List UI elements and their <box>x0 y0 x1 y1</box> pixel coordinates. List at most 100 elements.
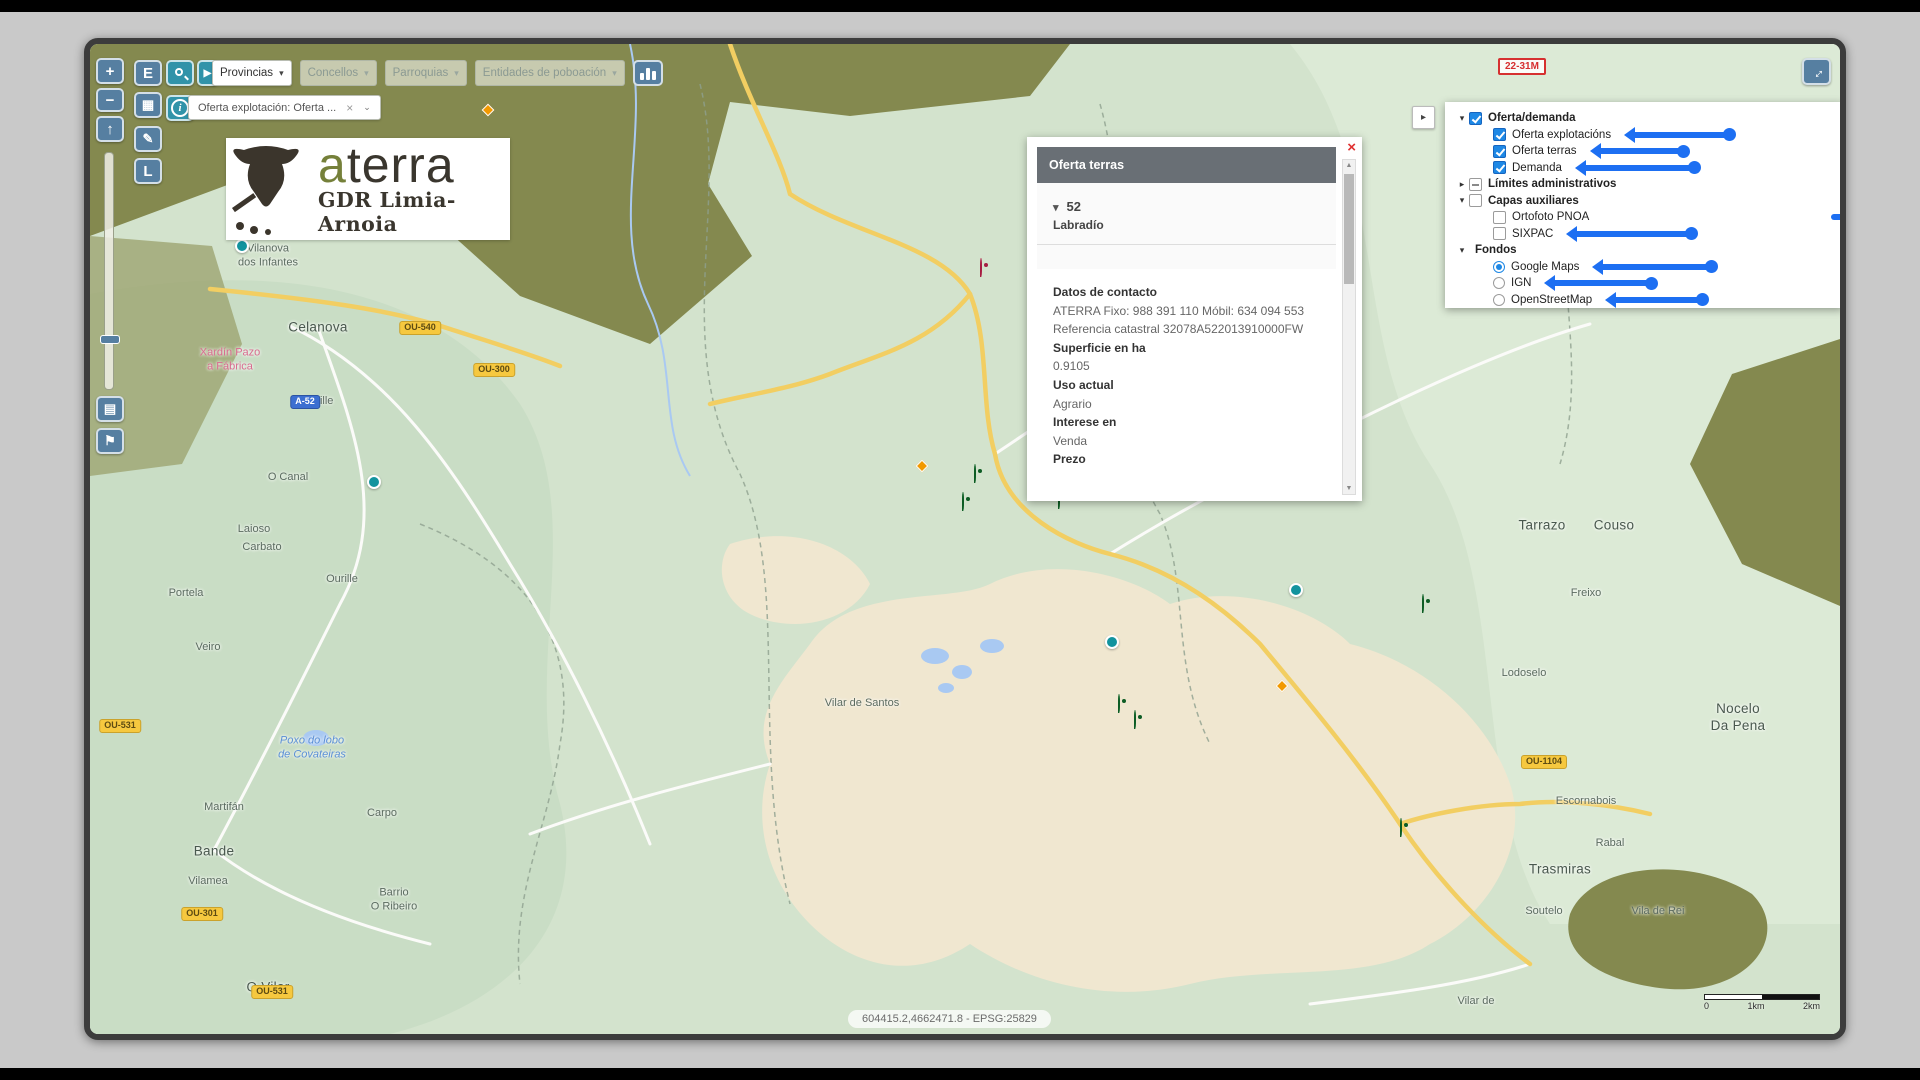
zoom-out-button[interactable]: − <box>96 88 124 112</box>
layer-row-ortofoto-pnoa[interactable]: Ortofoto PNOA <box>1451 209 1837 226</box>
poi-circle-marker[interactable] <box>1289 583 1303 597</box>
layer-row-oferta-demanda[interactable]: ▾ Oferta/demanda <box>1451 110 1837 127</box>
layer-label: Oferta/demanda <box>1488 112 1576 124</box>
draw-tool-button[interactable]: ✎ <box>134 126 162 152</box>
clear-filter-icon[interactable]: × <box>346 101 353 115</box>
scroll-down-icon[interactable]: ▼ <box>1343 485 1355 492</box>
search-button[interactable] <box>166 60 194 86</box>
layer-row-oferta-terras[interactable]: Oferta terras <box>1451 143 1837 160</box>
checkbox-checked-demanda[interactable] <box>1493 161 1506 174</box>
record-fields: Datos de contactoATERRA Fixo: 988 391 11… <box>1037 269 1336 501</box>
scrollbar-thumb[interactable] <box>1344 174 1354 284</box>
letter-l-icon: L <box>143 163 152 180</box>
layer-row-sixpac[interactable]: SIXPAC <box>1451 226 1837 243</box>
checkbox-checked-oferta-demanda[interactable] <box>1469 112 1482 125</box>
zoom-in-button[interactable]: + <box>96 58 124 84</box>
dropdown-label: Parroquias <box>393 67 449 79</box>
map-pin-green[interactable] <box>1134 711 1150 727</box>
road-shield-ou-301: OU-301 <box>181 907 223 921</box>
popup-body: ▾52 Labradío Datos de contactoATERRA Fix… <box>1037 183 1336 501</box>
zoom-slider-handle[interactable] <box>100 335 120 344</box>
map-pin-green[interactable] <box>1118 695 1134 711</box>
info-icon: i <box>171 99 189 117</box>
layer-row-oferta-explotaci-ns[interactable]: Oferta explotacións <box>1451 127 1837 144</box>
road-shield-ou-300: OU-300 <box>473 363 515 377</box>
map-pin-green[interactable] <box>962 493 978 509</box>
twisty-icon[interactable]: ▾ <box>1455 195 1469 206</box>
print-map-button[interactable]: ▦ <box>134 92 162 118</box>
statistics-button[interactable] <box>633 60 663 86</box>
legend-tool-button[interactable]: L <box>134 158 162 184</box>
layer-label: Límites administrativos <box>1488 178 1616 190</box>
road-shield-ou-1104: OU-1104 <box>1521 755 1567 769</box>
layer-label: Fondos <box>1475 244 1517 256</box>
twisty-icon[interactable]: ▸ <box>1455 179 1469 190</box>
dropdown-concellos[interactable]: Concellos▾ <box>300 60 377 86</box>
frame-background: Vilanova dos InfantesCelanovaXardín Pazo… <box>0 12 1920 1068</box>
dropdown-provincias[interactable]: Provincias ▾ <box>212 60 292 86</box>
dropdown-entidades-de-poboaci-n[interactable]: Entidades de poboación▾ <box>475 60 625 86</box>
bookmark-button[interactable]: ⚑ <box>96 428 124 454</box>
radio-unselected-ign[interactable] <box>1493 277 1505 289</box>
feature-popup: × Oferta terras ▾52 Labradío Datos de co… <box>1027 137 1362 501</box>
aterra-logo: aterra GDR Limia-Arnoia <box>226 138 510 240</box>
layer-row-google-maps[interactable]: Google Maps <box>1451 259 1837 276</box>
pan-up-button[interactable]: ↑ <box>96 116 124 142</box>
checkbox-unchecked-ortofoto-pnoa[interactable] <box>1493 211 1506 224</box>
dropdown-label: Provincias <box>220 67 273 79</box>
layer-row-demanda[interactable]: Demanda <box>1451 160 1837 177</box>
active-filter-dropdown[interactable]: Oferta explotación: Oferta ... × ⌄ <box>188 95 381 120</box>
collapse-panel-button[interactable]: ▸ <box>1412 106 1435 129</box>
map-pin-green[interactable] <box>1400 819 1416 835</box>
poi-circle-marker[interactable] <box>1105 635 1119 649</box>
checkbox-checked-oferta-terras[interactable] <box>1493 145 1506 158</box>
checkbox-unchecked-sixpac[interactable] <box>1493 227 1506 240</box>
record-id-row[interactable]: ▾52 <box>1037 183 1336 218</box>
layer-label: Ortofoto PNOA <box>1512 211 1589 223</box>
layer-label: Google Maps <box>1511 261 1579 273</box>
map-pin-green[interactable] <box>1422 595 1438 611</box>
export-document-button[interactable]: ▤ <box>96 396 124 422</box>
pencil-icon: ✎ <box>143 131 154 147</box>
document-icon: ▤ <box>104 401 116 417</box>
popup-title: Oferta terras <box>1037 147 1336 183</box>
layer-row-l-mites-administrativos[interactable]: ▸ Límites administrativos <box>1451 176 1837 193</box>
pin-icon <box>1400 818 1402 837</box>
layer-row-ign[interactable]: IGN <box>1451 275 1837 292</box>
map-pin-pink[interactable] <box>980 259 996 275</box>
map-pin-green[interactable] <box>974 465 990 481</box>
fullscreen-button[interactable]: ↔ <box>1802 58 1831 85</box>
pin-icon <box>1118 694 1120 713</box>
scale-bar: 01km2km <box>1704 994 1820 1011</box>
layer-row-openstreetmap[interactable]: OpenStreetMap <box>1451 292 1837 309</box>
record-subtitle: Labradío <box>1037 218 1336 245</box>
layer-label: Oferta terras <box>1512 145 1577 157</box>
elevation-tool-button[interactable]: E <box>134 60 162 86</box>
zoom-slider[interactable] <box>104 152 114 390</box>
annotation-arrow <box>1578 165 1696 171</box>
poi-circle-marker[interactable] <box>367 475 381 489</box>
layer-label: Demanda <box>1512 162 1562 174</box>
close-icon[interactable]: × <box>1347 140 1356 155</box>
twisty-icon[interactable]: ▾ <box>1455 113 1469 124</box>
annotation-arrow <box>1569 231 1693 237</box>
layer-label: Capas auxiliares <box>1488 195 1579 207</box>
twisty-icon[interactable]: ▾ <box>1455 245 1469 256</box>
layer-row-capas-auxiliares[interactable]: ▾ Capas auxiliares <box>1451 193 1837 210</box>
pin-icon <box>980 258 982 277</box>
scale-label: 2km <box>1803 1001 1820 1011</box>
scroll-up-icon[interactable]: ▲ <box>1343 162 1355 169</box>
radio-selected-google-maps[interactable] <box>1493 261 1505 273</box>
checkbox-unchecked-capas-auxiliares[interactable] <box>1469 194 1482 207</box>
poi-circle-marker[interactable] <box>235 239 249 253</box>
popup-scrollbar[interactable]: ▲ ▼ <box>1342 159 1356 495</box>
radio-unselected-openstreetmap[interactable] <box>1493 294 1505 306</box>
coordinates-readout: 604415.2,4662471.8 - EPSG:25829 <box>848 1010 1051 1028</box>
chevron-down-icon: ▾ <box>279 68 284 79</box>
dropdown-parroquias[interactable]: Parroquias▾ <box>385 60 467 86</box>
checkbox-partial-l-mites-administrativos[interactable] <box>1469 178 1482 191</box>
chevron-down-icon: ⌄ <box>363 102 371 113</box>
checkbox-checked-oferta-explotaci-ns[interactable] <box>1493 128 1506 141</box>
road-shield-a-52: A-52 <box>290 395 320 409</box>
layer-row-fondos[interactable]: ▾ Fondos <box>1451 242 1837 259</box>
